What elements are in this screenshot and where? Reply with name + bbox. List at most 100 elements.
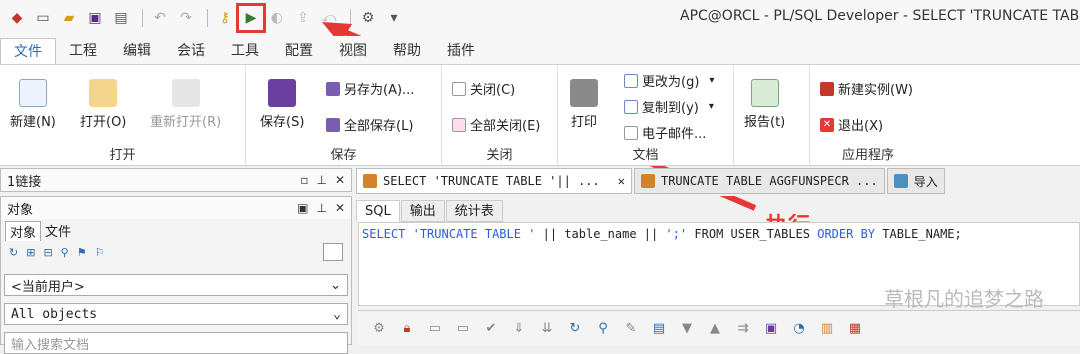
commit-icon[interactable]: ⇪ [292,7,314,29]
close-icon[interactable]: ✕ [335,201,345,215]
open-button[interactable]: 打开(O) [80,79,126,130]
float-icon[interactable]: ▫ [300,173,308,187]
email-icon [624,125,638,140]
sql-window-icon [640,174,655,188]
find-icon[interactable]: ⚲ [594,319,612,337]
last-record-icon[interactable]: ⇊ [538,319,556,337]
save-icon[interactable]: ▣ [84,7,106,29]
new-icon[interactable]: ▭ [32,7,54,29]
first-record-icon[interactable]: ⇓ [510,319,528,337]
redo-icon[interactable]: ↷ [175,7,197,29]
export-icon[interactable]: ⇉ [734,319,752,337]
menu-project[interactable]: 工程 [56,38,110,64]
save-as-button[interactable]: 另存为(A)... [326,79,414,98]
menu-file[interactable]: 文件 [0,38,56,64]
undo-icon[interactable]: ↶ [149,7,171,29]
open-folder-icon [89,79,118,107]
settings-icon[interactable]: ⚙ [357,7,379,29]
sql-text: FROM USER_TABLES [694,227,810,241]
copy-to-button[interactable]: 复制到(y) ▾ [624,97,714,116]
delete-record-icon[interactable]: ▭ [454,319,472,337]
pin-icon[interactable]: ⊥ [316,173,326,187]
break-icon[interactable]: ◐ [266,7,288,29]
rollback-icon[interactable]: ⤺ [318,7,340,29]
menu-session[interactable]: 会话 [164,38,218,64]
tab-sql-window-2[interactable]: TRUNCATE TABLE AGGFUNSPECR ... [633,168,885,194]
tab-files[interactable]: 文件 [41,221,75,241]
refresh-icon[interactable]: ↻ [566,319,584,337]
separator [350,9,351,27]
tab-import[interactable]: 导入 [886,168,945,194]
reopen-button[interactable]: 重新打开(R) [150,79,221,130]
menu-plugins[interactable]: 插件 [434,38,488,64]
table-icon[interactable]: ▦ [846,319,864,337]
customize-dropdown-icon[interactable]: ▾ [383,7,405,29]
key-icon[interactable]: ⚷ [214,7,236,29]
lock-icon[interactable]: 🔒︎ [398,319,416,337]
query-icon[interactable]: ◔ [790,319,808,337]
database-icon[interactable]: ◆ [6,7,28,29]
post-icon[interactable]: ✔ [482,319,500,337]
save-group-label: 保存 [330,148,357,163]
menu-tools[interactable]: 工具 [218,38,272,64]
clear-icon[interactable]: ✎ [622,319,640,337]
refresh-icon[interactable]: ↻ [9,246,18,259]
save-icon[interactable]: ▣ [762,319,780,337]
close-icon[interactable]: ✕ [335,173,345,187]
filter-icon[interactable]: ⚑ [77,246,87,259]
print-icon[interactable]: ▤ [110,7,132,29]
editor-toolbar: ⚙ 🔒︎ ▭ ▭ ✔ ⇓ ⇊ ↻ ⚲ ✎ ▤ ▼ ▲ ⇉ ▣ ◔ ▥ ▦ [358,310,1080,345]
format-icon[interactable]: ⚙ [370,319,388,337]
new-record-icon[interactable]: ▭ [426,319,444,337]
exit-icon: ✕ [820,117,834,132]
menu-help[interactable]: 帮助 [380,38,434,64]
close-all-icon [452,117,466,132]
new-button[interactable]: 新建(N) [10,79,56,130]
subtab-statistics[interactable]: 统计表 [445,200,503,222]
exit-label: 退出(X) [838,119,884,134]
save-button[interactable]: 保存(S) [260,79,304,130]
add-icon[interactable]: ⊞ [26,246,35,259]
close-icon[interactable]: ✕ [618,174,625,188]
print-button[interactable]: 打印 [570,79,598,130]
execute-button[interactable]: ▶ [236,3,266,33]
dock-icon[interactable]: ▣ [297,201,308,215]
subtab-output[interactable]: 输出 [400,200,445,222]
down-icon[interactable]: ▼ [678,319,696,337]
report-button[interactable]: 报告(t) [744,79,785,130]
open-folder-icon[interactable]: ▰ [58,7,80,29]
menu-edit[interactable]: 编辑 [110,38,164,64]
close-button[interactable]: 关闭(C) [452,79,515,98]
tab-objects[interactable]: 对象 [5,221,42,241]
filter-edit-icon[interactable]: ⚐ [95,246,105,259]
close-all-button[interactable]: 全部关闭(E) [452,115,540,134]
object-toolbar: ↻ ⊞ ⊟ ⚲ ⚑ ⚐ [1,241,351,263]
exit-button[interactable]: ✕ 退出(X) [820,115,883,134]
user-select[interactable]: <当前用户> ⌄ [4,274,348,296]
chart-icon[interactable]: ▥ [818,319,836,337]
new-instance-button[interactable]: 新建实例(W) [820,79,913,98]
close-group: 关闭(C) 全部关闭(E) 关闭 [442,65,558,165]
new-label: 新建(N) [10,115,56,130]
menu-bar: 文件 工程 编辑 会话 工具 配置 视图 帮助 插件 [0,36,1080,64]
chevron-down-icon: ⌄ [333,306,341,322]
object-type-select[interactable]: All objects ⌄ [4,303,348,325]
report-icon [750,79,779,107]
object-type-value: All objects [11,306,98,322]
menu-view[interactable]: 视图 [326,38,380,64]
find-icon[interactable]: ⚲ [61,246,69,259]
email-button[interactable]: 电子邮件... [624,123,706,142]
tab-sql-window-1[interactable]: SELECT 'TRUNCATE TABLE '|| ... ✕ [356,168,632,194]
printer-icon [570,79,598,107]
remove-icon[interactable]: ⊟ [43,246,52,259]
subtab-sql[interactable]: SQL [356,200,400,222]
save-all-button[interactable]: 全部保存(L) [326,115,413,134]
grid-icon[interactable]: ▤ [650,319,668,337]
search-input[interactable]: 输入搜索文档 [4,332,348,354]
report-label: 报告(t) [744,115,786,130]
pin-icon[interactable]: ⊥ [316,201,326,215]
up-icon[interactable]: ▲ [706,319,724,337]
menu-config[interactable]: 配置 [272,38,326,64]
option-box[interactable] [323,243,343,261]
change-to-button[interactable]: 更改为(g) ▾ [624,71,714,90]
